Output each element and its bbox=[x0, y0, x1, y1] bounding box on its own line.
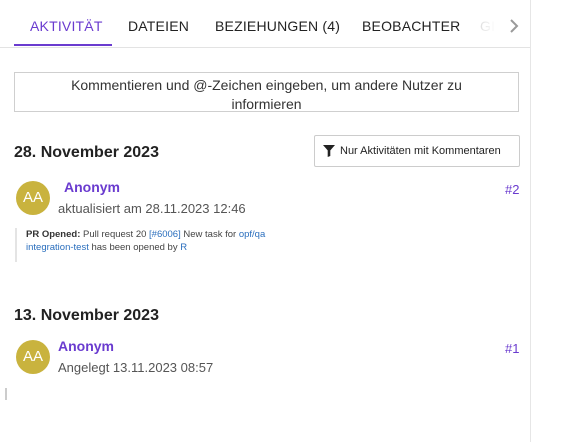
filter-icon bbox=[323, 145, 335, 157]
activity-details: PR Opened: Pull request 20 [#6006] New t… bbox=[15, 228, 306, 262]
tab-aktivitaet[interactable]: AKTIVITÄT bbox=[30, 18, 103, 34]
day-heading: 13. November 2023 bbox=[14, 307, 159, 324]
work-package-link[interactable]: [#6006] bbox=[149, 229, 181, 240]
tab-scroll-right-button[interactable] bbox=[504, 14, 524, 38]
filter-comments-button[interactable]: Nur Aktivitäten mit Kommentaren bbox=[314, 135, 520, 167]
pr-text: New task for bbox=[183, 229, 237, 240]
pr-text: Pull request 20 bbox=[83, 229, 147, 240]
activity-number-link[interactable]: #1 bbox=[505, 341, 519, 356]
resize-handle[interactable] bbox=[5, 388, 7, 400]
panel-divider bbox=[530, 0, 531, 442]
tab-beziehungen[interactable]: BEZIEHUNGEN (4) bbox=[215, 18, 340, 34]
avatar: AA bbox=[16, 181, 50, 215]
tab-bar: AKTIVITÄT DATEIEN BEZIEHUNGEN (4) BEOBAC… bbox=[0, 0, 530, 48]
chevron-right-icon bbox=[510, 19, 519, 33]
author-link[interactable]: Anonym bbox=[64, 179, 120, 195]
activity-number-link[interactable]: #2 bbox=[505, 182, 519, 197]
comment-placeholder: Kommentieren und @-Zeichen eingeben, um … bbox=[71, 77, 462, 112]
activity-meta: Angelegt 13.11.2023 08:57 bbox=[58, 360, 214, 375]
tab-beobachter[interactable]: BEOBACHTER bbox=[362, 18, 460, 34]
pr-status-label: PR Opened: bbox=[26, 229, 81, 240]
pr-text: has been opened by bbox=[91, 242, 178, 253]
active-tab-indicator bbox=[14, 44, 112, 46]
author-link[interactable]: Anonym bbox=[58, 338, 114, 354]
user-link[interactable]: R bbox=[180, 242, 187, 253]
activity-meta: aktualisiert am 28.11.2023 12:46 bbox=[58, 201, 246, 216]
day-heading: 28. November 2023 bbox=[14, 144, 159, 161]
avatar: AA bbox=[16, 340, 50, 374]
filter-button-label: Nur Aktivitäten mit Kommentaren bbox=[340, 145, 501, 157]
comment-input[interactable]: Kommentieren und @-Zeichen eingeben, um … bbox=[14, 72, 519, 112]
tab-truncated[interactable]: GI bbox=[480, 18, 495, 34]
activity-panel: AKTIVITÄT DATEIEN BEZIEHUNGEN (4) BEOBAC… bbox=[0, 0, 530, 442]
tab-dateien[interactable]: DATEIEN bbox=[128, 18, 189, 34]
